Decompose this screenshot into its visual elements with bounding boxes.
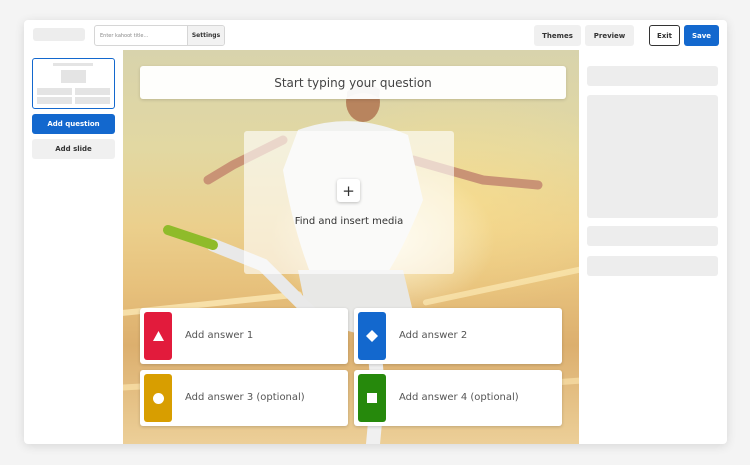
answer-card-4[interactable]: Add answer 4 (optional)	[354, 370, 562, 426]
diamond-icon	[366, 330, 378, 342]
thumbnail-answer-block	[37, 97, 72, 104]
themes-button[interactable]: Themes	[534, 25, 581, 46]
square-icon	[367, 393, 377, 403]
add-question-button[interactable]: Add question	[32, 114, 115, 134]
settings-placeholder	[587, 66, 718, 86]
preview-button[interactable]: Preview	[585, 25, 634, 46]
add-slide-button[interactable]: Add slide	[32, 139, 115, 159]
settings-placeholder	[587, 226, 718, 246]
answer-tile-red	[144, 312, 172, 360]
circle-icon	[152, 392, 164, 404]
answer-tile-blue	[358, 312, 386, 360]
save-button[interactable]: Save	[684, 25, 719, 46]
thumbnail-title-line	[53, 63, 93, 66]
question-canvas: Start typing your question + Find and in…	[123, 50, 579, 444]
thumbnail-answer-block	[75, 88, 110, 95]
answer-card-1[interactable]: Add answer 1	[140, 308, 348, 364]
answer-card-2[interactable]: Add answer 2	[354, 308, 562, 364]
exit-button[interactable]: Exit	[649, 25, 680, 46]
logo-placeholder	[33, 28, 85, 41]
slide-thumbnail[interactable]	[32, 58, 115, 109]
kahoot-editor-window: Settings Themes Preview Exit Save Add qu…	[24, 20, 727, 444]
media-dropzone[interactable]: + Find and insert media	[244, 131, 454, 274]
triangle-icon	[152, 331, 164, 341]
media-label: Find and insert media	[294, 216, 404, 227]
answer-input-4[interactable]: Add answer 4 (optional)	[399, 370, 519, 426]
answer-input-1[interactable]: Add answer 1	[185, 308, 253, 364]
plus-icon[interactable]: +	[337, 179, 360, 202]
thumbnail-answer-block	[37, 88, 72, 95]
answer-input-2[interactable]: Add answer 2	[399, 308, 467, 364]
kahoot-title-input[interactable]	[95, 26, 187, 45]
settings-placeholder	[587, 95, 718, 218]
settings-placeholder	[587, 256, 718, 276]
top-bar: Settings Themes Preview Exit Save	[24, 20, 727, 50]
thumbnail-media-block	[61, 70, 86, 83]
answer-input-3[interactable]: Add answer 3 (optional)	[185, 370, 305, 426]
question-input[interactable]: Start typing your question	[140, 66, 566, 99]
answer-card-3[interactable]: Add answer 3 (optional)	[140, 370, 348, 426]
thumbnail-answer-block	[75, 97, 110, 104]
title-input-group: Settings	[94, 25, 225, 46]
answer-tile-yellow	[144, 374, 172, 422]
answer-tile-green	[358, 374, 386, 422]
settings-button[interactable]: Settings	[187, 26, 224, 45]
